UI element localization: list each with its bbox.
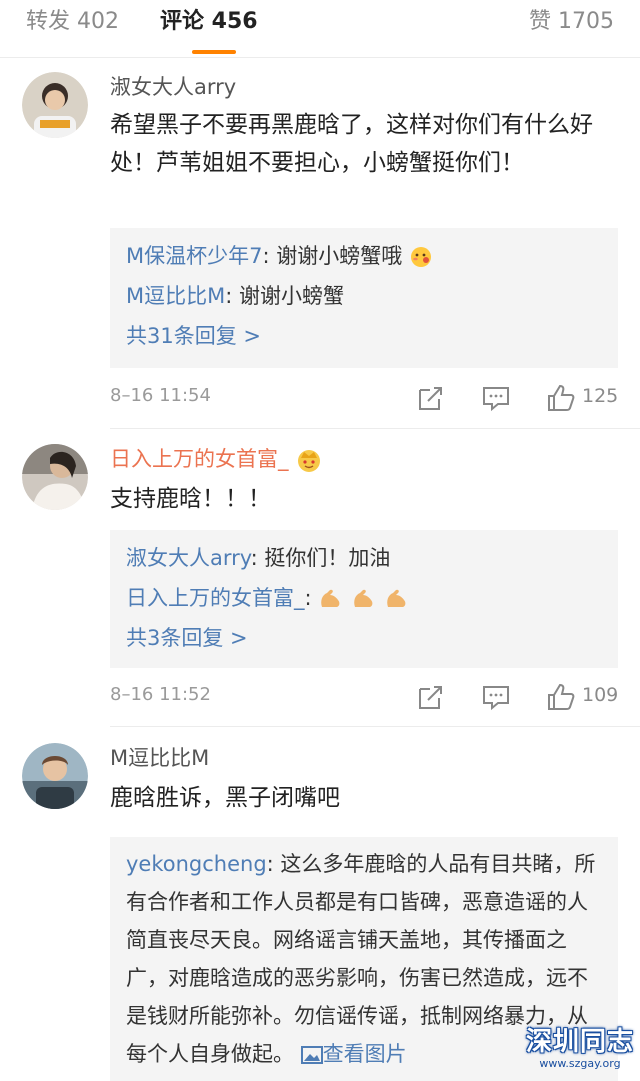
reply-username[interactable]: 淑女大人arry xyxy=(126,546,251,570)
muscle-icon xyxy=(321,589,340,607)
muscle-icon xyxy=(354,589,373,607)
watermark-title: 深圳同志 xyxy=(525,1027,634,1057)
comment-icon[interactable] xyxy=(481,383,511,413)
like-count: 125 xyxy=(582,385,619,407)
reply-item: M保温杯少年7: 谢谢小螃蟹哦 xyxy=(126,236,602,276)
reply-text: : 挺你们！加油 xyxy=(250,546,391,570)
avatar[interactable] xyxy=(22,444,88,510)
reply-item: 日入上万的女首富_: xyxy=(126,578,602,618)
comment-username[interactable]: 日入上万的女首富_ xyxy=(110,444,323,474)
crown-icon xyxy=(298,450,321,472)
blush-emoji-icon xyxy=(410,247,431,267)
comment-text: 支持鹿晗！！！ xyxy=(110,486,271,512)
comment-time: 8–16 11:54 xyxy=(110,385,211,406)
view-image-label[interactable]: 查看图片 xyxy=(323,1042,407,1066)
comment-username[interactable]: M逗比比M xyxy=(110,743,209,773)
share-icon[interactable] xyxy=(416,383,446,413)
tab-repost[interactable]: 转发 402 xyxy=(26,6,119,38)
comment-meta: 8–16 11:54 125 xyxy=(110,381,620,415)
active-tab-indicator xyxy=(192,50,236,54)
muscle-icon xyxy=(386,589,406,607)
image-icon xyxy=(300,1046,323,1064)
comment-username[interactable]: 淑女大人arry xyxy=(110,72,236,102)
divider xyxy=(110,428,640,429)
tab-comments[interactable]: 评论 456 xyxy=(160,6,258,38)
reply-username[interactable]: M保温杯少年7 xyxy=(126,244,262,268)
like-icon[interactable] xyxy=(546,383,576,413)
view-image-link[interactable]: 查看图片 xyxy=(300,1042,407,1066)
reply-text: : 谢谢小螃蟹 xyxy=(225,284,345,308)
reply-username[interactable]: 日入上万的女首富_ xyxy=(126,586,305,610)
comment-text: 鹿晗胜诉，黑子闭嘴吧 xyxy=(110,785,340,811)
reply-box[interactable]: M保温杯少年7: 谢谢小螃蟹哦 M逗比比M: 谢谢小螃蟹 共31条回复 > xyxy=(110,228,618,368)
tab-bar: 转发 402 评论 456 赞 1705 xyxy=(0,0,640,58)
watermark-url: www.szgay.org xyxy=(539,1057,621,1070)
comment-icon[interactable] xyxy=(481,682,511,712)
comment-time: 8–16 11:52 xyxy=(110,684,211,705)
comment-text: 希望黑子不要再黑鹿晗了，这样对你们有什么好处！芦苇姐姐不要担心，小螃蟹挺你们！ xyxy=(110,112,593,176)
like-icon[interactable] xyxy=(546,682,576,712)
comment-meta: 8–16 11:52 109 xyxy=(110,680,620,714)
share-icon[interactable] xyxy=(416,682,446,712)
reply-text: : 谢谢小螃蟹哦 xyxy=(262,244,403,268)
tab-likes[interactable]: 赞 1705 xyxy=(529,6,614,38)
like-count: 109 xyxy=(582,684,619,706)
reply-text: : xyxy=(304,586,319,610)
comment-item: 日入上万的女首富_ 支持鹿晗！！！ 淑女大人arry: 挺你们！加油 日入上万的… xyxy=(0,430,640,727)
more-replies-link[interactable]: 共3条回复 > xyxy=(126,618,602,658)
reply-username[interactable]: yekongcheng xyxy=(126,852,267,876)
site-watermark: 深圳同志 www.szgay.org xyxy=(524,1027,636,1075)
reply-box[interactable]: 淑女大人arry: 挺你们！加油 日入上万的女首富_: 共3条回复 > xyxy=(110,530,618,668)
avatar[interactable] xyxy=(22,72,88,138)
reply-item: 淑女大人arry: 挺你们！加油 xyxy=(126,538,602,578)
avatar[interactable] xyxy=(22,743,88,809)
more-replies-link[interactable]: 共31条回复 > xyxy=(126,316,602,356)
comment-item: 淑女大人arry 希望黑子不要再黑鹿晗了，这样对你们有什么好处！芦苇姐姐不要担心… xyxy=(0,58,640,430)
reply-username[interactable]: M逗比比M xyxy=(126,284,225,308)
reply-item: M逗比比M: 谢谢小螃蟹 xyxy=(126,276,602,316)
comment-username-text[interactable]: 日入上万的女首富_ xyxy=(110,447,289,471)
